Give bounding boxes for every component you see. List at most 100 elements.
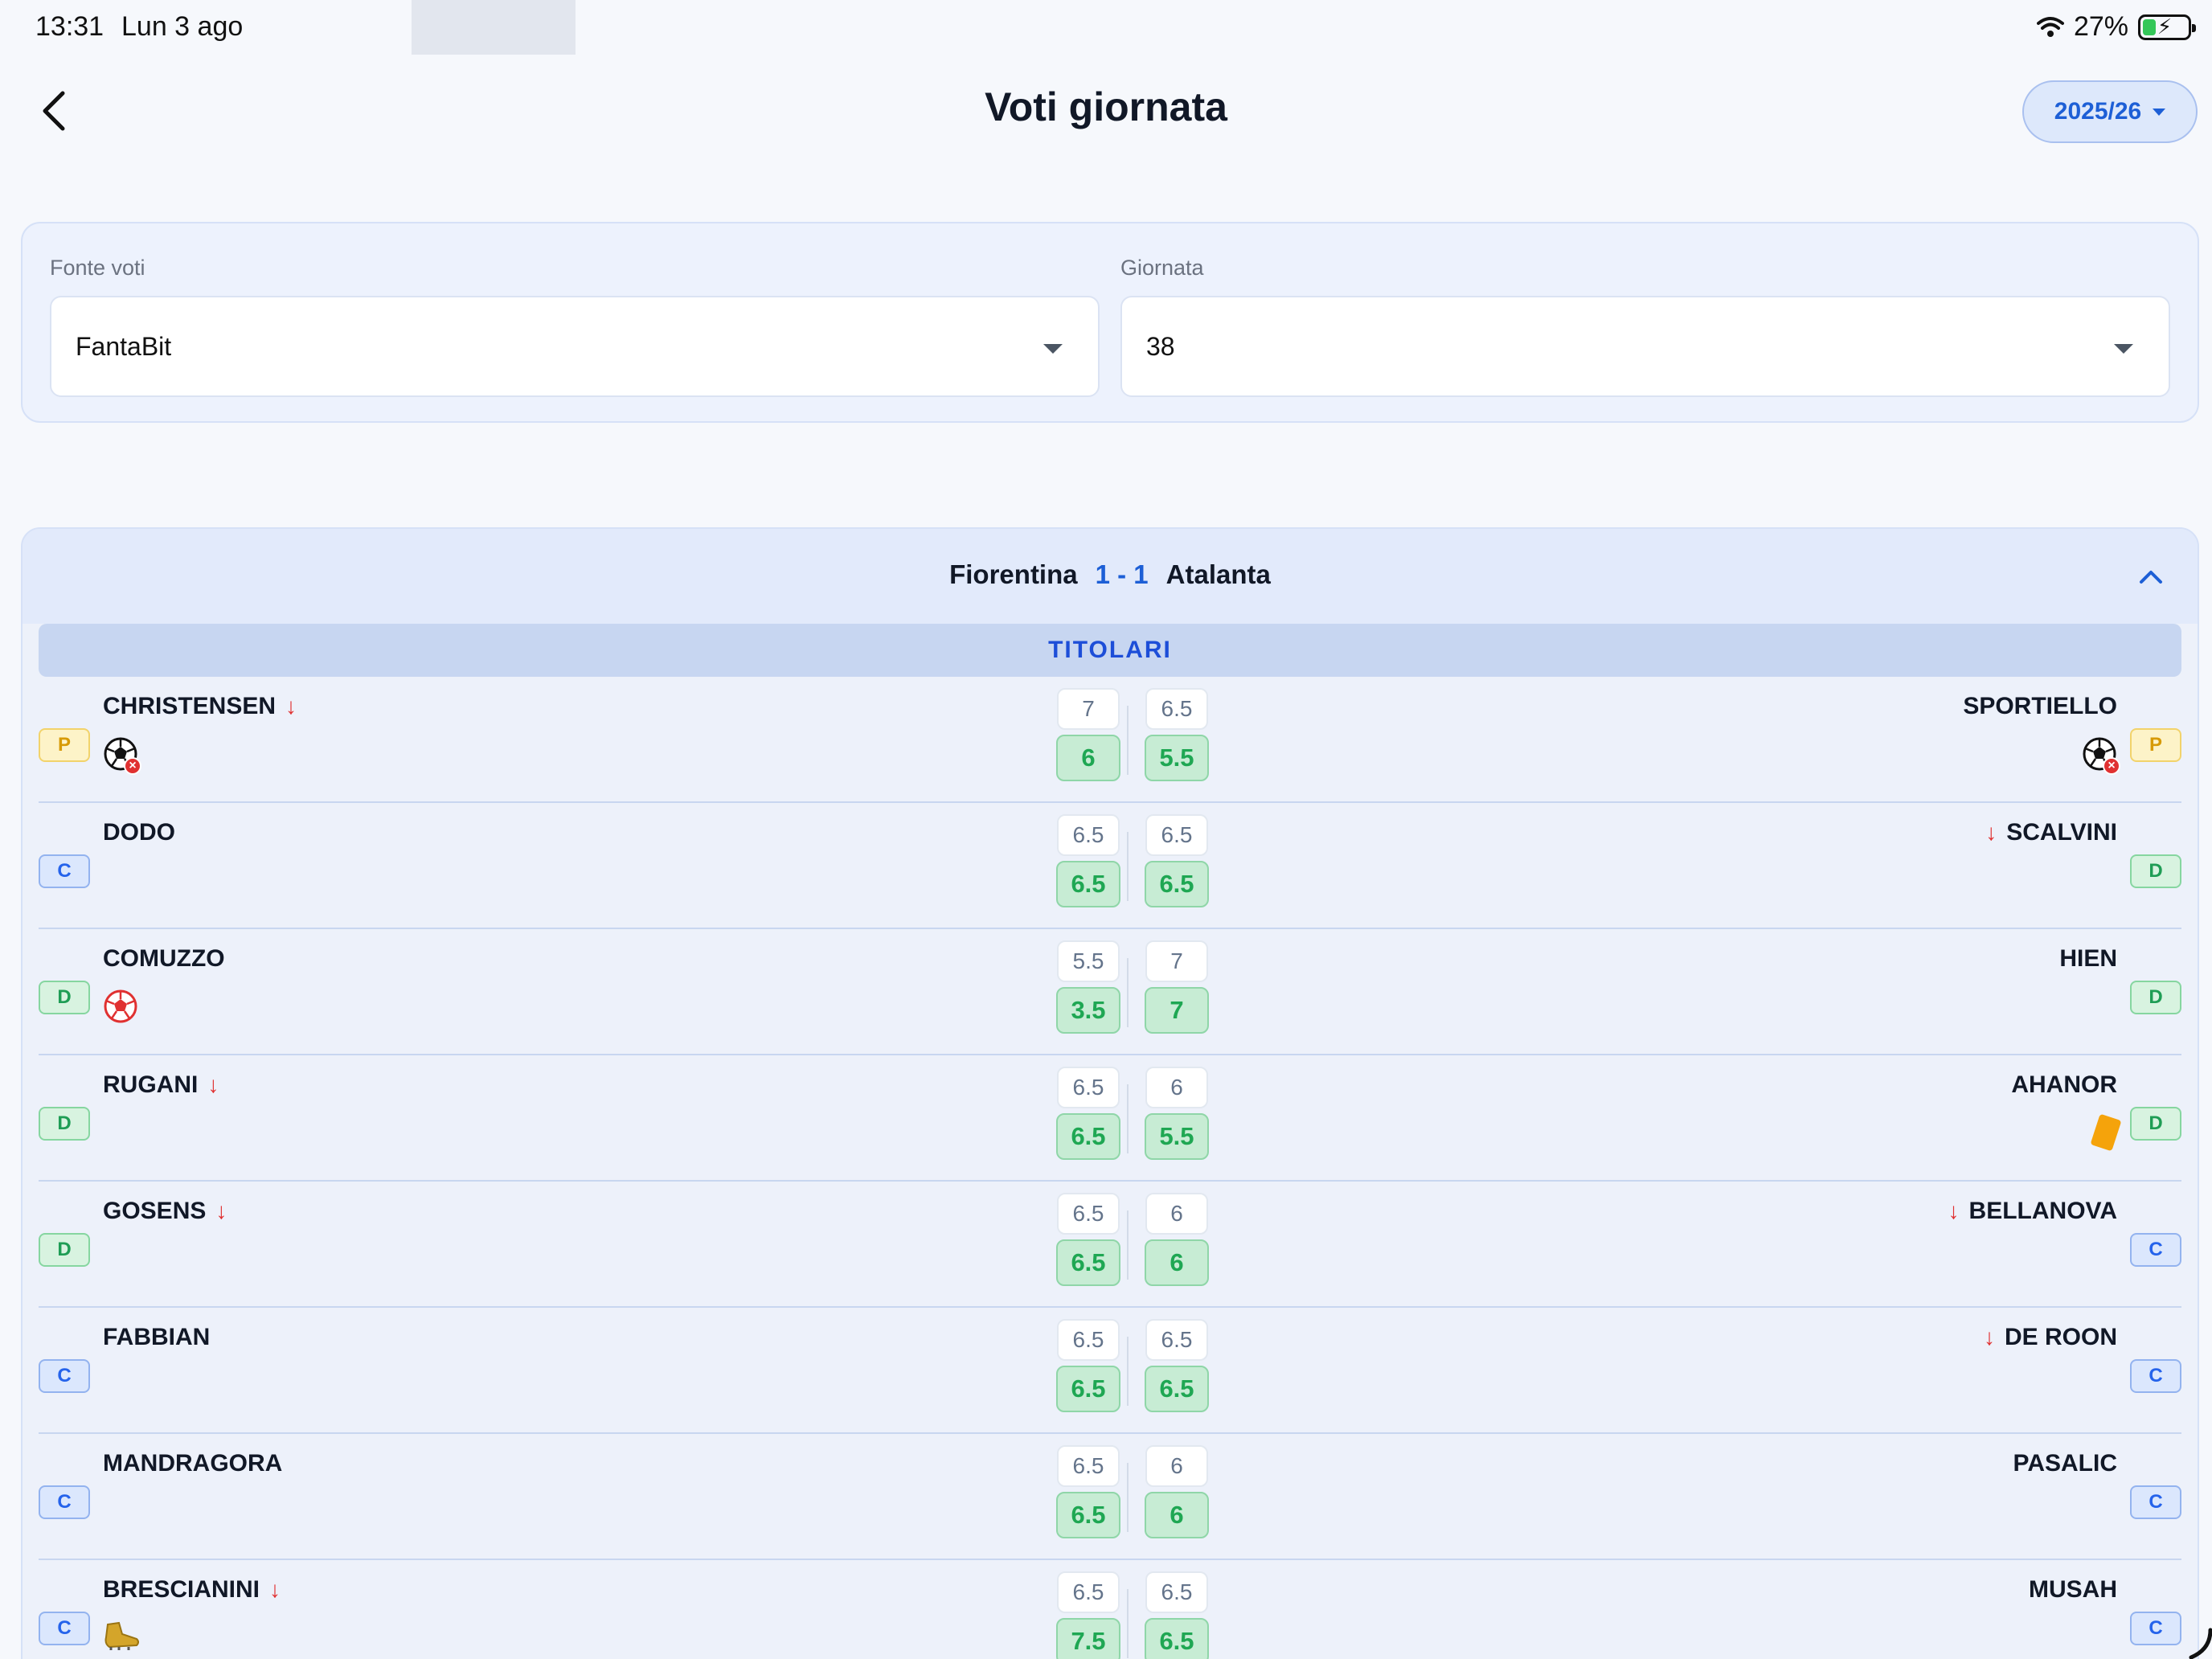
round-value: 38 [1146,331,1175,361]
right-player-label: DE ROON [2004,1324,2117,1350]
player-row[interactable]: C DODO 6.5 6.5 6.5 6.5 ↓ SCALVINI D [39,803,2181,929]
match-header[interactable]: Fiorentina 1 - 1 Atalanta [23,529,2198,624]
right-player-name[interactable]: ↓ BELLANOVA [1948,1198,2117,1225]
left-fantavote: 6.5 [1056,1239,1120,1286]
left-player-name[interactable]: RUGANI ↓ [103,1071,219,1099]
right-player-label: AHANOR [2011,1071,2117,1098]
right-player-label: PASALIC [2013,1450,2117,1477]
home-team: Fiorentina [949,559,1078,589]
left-player-label: GOSENS [103,1198,207,1224]
wifi-icon [2036,16,2064,37]
left-role-badge: C [39,1612,90,1645]
right-events: × [2082,736,2120,775]
vote-divider [1127,1210,1129,1280]
left-votes: 6.5 6.5 [1056,1445,1120,1538]
season-label: 2025/26 [2054,98,2142,125]
match-title: Fiorentina 1 - 1 Atalanta [23,559,2198,590]
source-label: Fonte voti [50,256,145,280]
left-role-badge: C [39,1485,90,1519]
own-goal-icon [103,989,138,1024]
left-vote: 6.5 [1057,1445,1120,1487]
round-select[interactable]: 38 [1120,296,2170,397]
right-player-name[interactable]: HIEN [2059,945,2117,973]
left-player-name[interactable]: CHRISTENSEN ↓ [103,693,297,720]
left-vote: 6.5 [1057,1067,1120,1108]
left-role-badge: D [39,981,90,1014]
section-header-starters: TITOLARI [39,624,2181,677]
right-role-badge: D [2130,854,2181,888]
right-role-badge: D [2130,981,2181,1014]
left-role-badge: D [39,1107,90,1141]
right-player-name[interactable]: MUSAH [2029,1576,2117,1604]
match-card: Fiorentina 1 - 1 Atalanta TITOLARI P CHRIST… [21,527,2199,1659]
assist-boot-icon [103,1620,141,1652]
left-player-name[interactable]: COMUZZO [103,945,225,973]
left-vote: 6.5 [1057,814,1120,856]
left-role-badge: D [39,1233,90,1267]
left-fantavote: 6 [1056,735,1120,781]
left-player-label: DODO [103,819,175,846]
vote-divider [1127,1589,1129,1658]
dropdown-arrow-icon [2114,344,2133,354]
left-votes: 6.5 6.5 [1056,1067,1120,1160]
right-role-badge: C [2130,1233,2181,1267]
substituted-out-icon: ↓ [1983,1325,1995,1350]
season-selector[interactable]: 2025/26 [2022,80,2198,143]
right-vote: 6.5 [1145,1319,1208,1361]
right-votes: 6.5 6.5 [1145,1571,1209,1659]
player-row[interactable]: C FABBIAN 6.5 6.5 6.5 6.5 ↓ DE ROON C [39,1308,2181,1434]
goal-conceded-icon: × [103,736,141,775]
right-role-badge: P [2130,728,2181,762]
left-player-name[interactable]: DODO [103,819,175,846]
left-votes: 6.5 6.5 [1056,814,1120,907]
right-vote: 7 [1145,940,1208,982]
player-row[interactable]: C BRESCIANINI ↓ 6.5 7.5 6.5 6.5 MUSAH C [39,1560,2181,1659]
left-fantavote: 6.5 [1056,1492,1120,1538]
right-fantavote: 6.5 [1145,1366,1209,1412]
right-role-badge: D [2130,1107,2181,1141]
left-player-name[interactable]: GOSENS ↓ [103,1198,227,1225]
left-player-name[interactable]: BRESCIANINI ↓ [103,1576,281,1604]
right-player-name[interactable]: ↓ SCALVINI [1985,819,2117,846]
left-fantavote: 3.5 [1056,987,1120,1034]
left-events: × [103,736,141,775]
player-row[interactable]: D COMUZZO 5.5 3.5 7 7 HIEN D [39,929,2181,1055]
vote-divider [1127,1084,1129,1153]
goal-conceded-icon: × [2082,736,2120,775]
right-player-name[interactable]: PASALIC [2013,1450,2117,1477]
vote-divider [1127,958,1129,1027]
left-vote: 5.5 [1057,940,1120,982]
source-select[interactable]: FantaBit [50,296,1100,397]
filters-card: Fonte voti FantaBit Giornata 38 [21,222,2199,423]
left-votes: 6.5 7.5 [1056,1571,1120,1659]
right-player-name[interactable]: AHANOR [2011,1071,2117,1099]
left-vote: 6.5 [1057,1193,1120,1235]
right-vote: 6 [1145,1193,1208,1235]
left-vote: 6.5 [1057,1319,1120,1361]
battery-icon: ⚡ [2138,14,2196,40]
left-player-name[interactable]: MANDRAGORA [103,1450,282,1477]
right-votes: 66 [1145,1445,1209,1538]
camera-notch [412,0,576,55]
right-player-name[interactable]: ↓ DE ROON [1984,1324,2117,1351]
player-row[interactable]: C MANDRAGORA 6.5 6.5 6 6 PASALIC C [39,1434,2181,1560]
right-fantavote: 5.5 [1145,1113,1209,1160]
left-votes: 6.5 6.5 [1056,1193,1120,1286]
player-row[interactable]: D GOSENS ↓ 6.5 6.5 6 6 ↓ BELLANOVA C [39,1182,2181,1308]
source-value: FantaBit [76,331,172,361]
right-vote: 6 [1145,1067,1208,1108]
left-votes: 5.5 3.5 [1056,940,1120,1034]
left-events [103,1620,141,1652]
right-votes: 66 [1145,1193,1209,1286]
left-role-badge: C [39,1359,90,1393]
right-player-name[interactable]: SPORTIELLO [1963,693,2117,720]
player-row[interactable]: D RUGANI ↓ 6.5 6.5 6 5.5 AHANOR D [39,1055,2181,1182]
left-player-name[interactable]: FABBIAN [103,1324,210,1351]
substituted-out-icon: ↓ [285,694,297,719]
player-row[interactable]: P CHRISTENSEN ↓ × 7 6 6.5 5.5 SPORTIELLO × P [39,677,2181,803]
round-label: Giornata [1120,256,1204,280]
substituted-out-icon: ↓ [207,1072,219,1097]
match-score: 1 - 1 [1095,559,1149,589]
vote-divider [1127,1463,1129,1532]
chevron-up-icon[interactable] [2136,563,2165,592]
